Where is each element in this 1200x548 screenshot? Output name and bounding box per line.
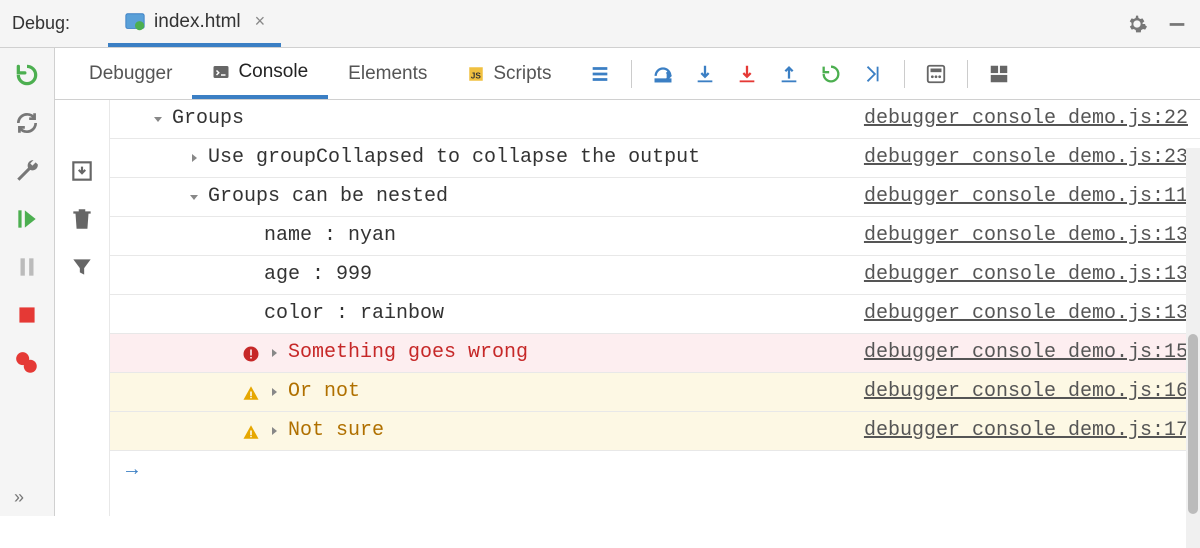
- console-message: Groups can be nested: [208, 182, 844, 212]
- source-link[interactable]: debugger_console_demo.js:15: [844, 338, 1188, 368]
- debug-toolbar: [589, 60, 1010, 88]
- chevron-down-icon[interactable]: [186, 189, 202, 205]
- console-message: Not sure: [288, 416, 844, 446]
- scripts-icon: JS: [467, 65, 485, 83]
- file-tab-name: index.html: [154, 11, 241, 33]
- source-link[interactable]: debugger_console_demo.js:16: [844, 377, 1188, 407]
- warning-icon: [242, 422, 260, 440]
- drop-frame-icon[interactable]: [862, 63, 884, 85]
- force-step-into-icon[interactable]: [736, 63, 758, 85]
- console-row: color : rainbowdebugger_console_demo.js:…: [110, 295, 1200, 334]
- chevron-right-icon[interactable]: [266, 384, 282, 400]
- console-row: Use groupCollapsed to collapse the outpu…: [110, 139, 1200, 178]
- console-row: name : nyandebugger_console_demo.js:13: [110, 217, 1200, 256]
- top-bar-actions: [1126, 13, 1188, 35]
- console-row: Not suredebugger_console_demo.js:17: [110, 412, 1200, 451]
- tab-debugger-label: Debugger: [89, 63, 172, 85]
- error-icon: [242, 344, 260, 362]
- list-icon[interactable]: [589, 63, 611, 85]
- tab-console-label: Console: [238, 61, 308, 83]
- scrollbar-track[interactable]: [1186, 148, 1200, 548]
- tab-elements-label: Elements: [348, 63, 427, 85]
- source-link[interactable]: debugger_console_demo.js:11: [844, 182, 1188, 212]
- top-bar: Debug: index.html ×: [0, 0, 1200, 48]
- filter-icon[interactable]: [69, 254, 95, 280]
- console-sidebar: [55, 100, 110, 516]
- console-message: Groups: [172, 104, 844, 134]
- separator: [904, 60, 905, 88]
- chevron-right-icon[interactable]: [186, 150, 202, 166]
- console-message: age : 999: [264, 260, 844, 290]
- file-tab[interactable]: index.html ×: [108, 1, 281, 47]
- tab-debugger[interactable]: Debugger: [69, 48, 192, 99]
- gear-icon[interactable]: [1126, 13, 1148, 35]
- console-message: Or not: [288, 377, 844, 407]
- evaluate-icon[interactable]: [925, 63, 947, 85]
- main-area: » Debugger Console Elements JS Scripts: [0, 48, 1200, 516]
- separator: [631, 60, 632, 88]
- chevron-down-icon[interactable]: [150, 111, 166, 127]
- console-message: name : nyan: [264, 221, 844, 251]
- pause-icon[interactable]: [14, 254, 40, 280]
- separator: [967, 60, 968, 88]
- console-row: Groupsdebugger_console_demo.js:22: [110, 100, 1200, 139]
- trash-icon[interactable]: [69, 206, 95, 232]
- resume-icon[interactable]: [14, 206, 40, 232]
- step-into-icon[interactable]: [694, 63, 716, 85]
- console-icon: [212, 63, 230, 81]
- chevron-right-icon[interactable]: [266, 423, 282, 439]
- debug-label: Debug:: [12, 13, 70, 34]
- layout-icon[interactable]: [988, 63, 1010, 85]
- panel-tabs: Debugger Console Elements JS Scripts: [55, 48, 1200, 100]
- console-output: Groupsdebugger_console_demo.js:22Use gro…: [110, 100, 1200, 516]
- close-tab-icon[interactable]: ×: [255, 11, 266, 32]
- chevron-right-icon[interactable]: [266, 345, 282, 361]
- console-row: Something goes wrongdebugger_console_dem…: [110, 334, 1200, 373]
- svg-text:JS: JS: [471, 71, 482, 80]
- warning-icon: [242, 383, 260, 401]
- source-link[interactable]: debugger_console_demo.js:22: [844, 104, 1188, 134]
- console-row: age : 999debugger_console_demo.js:13: [110, 256, 1200, 295]
- source-link[interactable]: debugger_console_demo.js:13: [844, 260, 1188, 290]
- source-link[interactable]: debugger_console_demo.js:23: [844, 143, 1188, 173]
- source-link[interactable]: debugger_console_demo.js:17: [844, 416, 1188, 446]
- prompt-arrow-icon: →: [126, 459, 138, 482]
- step-out-icon[interactable]: [778, 63, 800, 85]
- source-link[interactable]: debugger_console_demo.js:13: [844, 299, 1188, 329]
- scroll-to-end-icon[interactable]: [69, 158, 95, 184]
- console-message: Something goes wrong: [288, 338, 844, 368]
- html-file-icon: [124, 11, 146, 33]
- left-sidebar: »: [0, 48, 55, 516]
- stop-icon[interactable]: [14, 302, 40, 328]
- run-to-cursor-icon[interactable]: [820, 63, 842, 85]
- tab-elements[interactable]: Elements: [328, 48, 447, 99]
- breakpoints-icon[interactable]: [14, 350, 40, 376]
- minimize-icon[interactable]: [1166, 13, 1188, 35]
- console-row: Or notdebugger_console_demo.js:16: [110, 373, 1200, 412]
- content-area: Debugger Console Elements JS Scripts: [55, 48, 1200, 516]
- console-message: color : rainbow: [264, 299, 844, 329]
- tab-scripts[interactable]: JS Scripts: [447, 48, 571, 99]
- console-row: Groups can be nesteddebugger_console_dem…: [110, 178, 1200, 217]
- step-over-icon[interactable]: [652, 63, 674, 85]
- source-link[interactable]: debugger_console_demo.js:13: [844, 221, 1188, 251]
- tab-scripts-label: Scripts: [493, 63, 551, 85]
- more-icon[interactable]: »: [14, 487, 24, 508]
- console-prompt[interactable]: →: [110, 451, 1200, 490]
- scrollbar-thumb[interactable]: [1188, 334, 1198, 514]
- console-message: Use groupCollapsed to collapse the outpu…: [208, 143, 844, 173]
- tab-console[interactable]: Console: [192, 48, 328, 99]
- rerun-icon[interactable]: [14, 62, 40, 88]
- wrench-icon[interactable]: [14, 158, 40, 184]
- refresh-icon[interactable]: [14, 110, 40, 136]
